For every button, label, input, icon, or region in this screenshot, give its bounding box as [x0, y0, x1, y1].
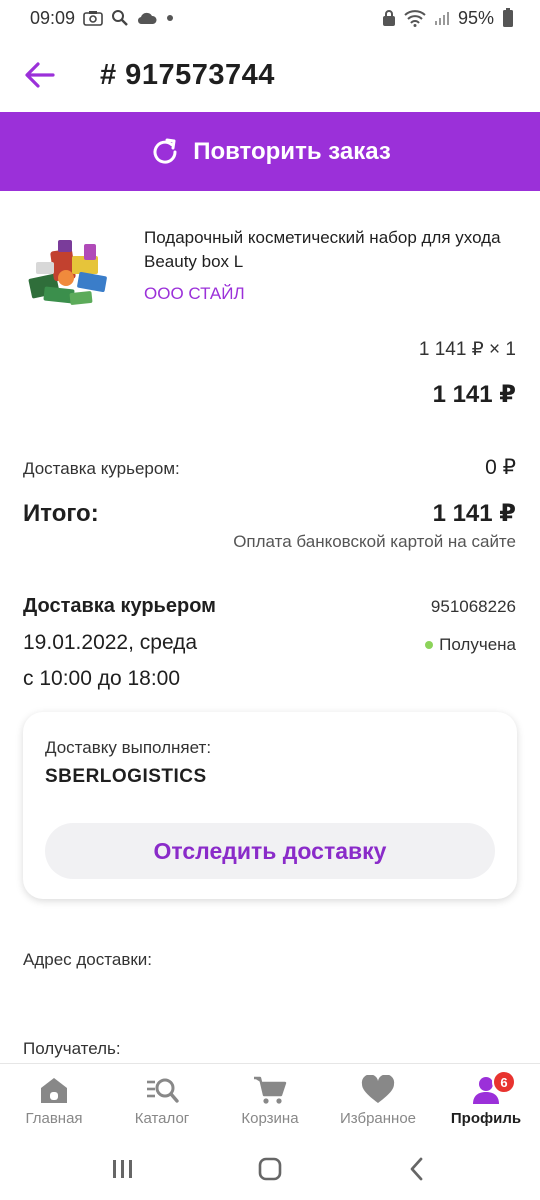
catalog-search-icon	[145, 1074, 179, 1106]
product-name[interactable]: Подарочный косметический набор для ухода…	[144, 226, 522, 274]
status-dot-icon	[425, 641, 434, 649]
page-title: # 917573744	[100, 58, 275, 91]
repeat-order-button[interactable]: Повторить заказ	[0, 112, 540, 191]
carrier-card: Доставку выполняет: SBERLOGISTICS Отслед…	[23, 712, 517, 899]
back-system-button[interactable]	[387, 1144, 447, 1194]
total-label: Итого:	[23, 500, 99, 527]
nav-label-catalog: Каталог	[134, 1110, 190, 1127]
battery-percent: 95%	[457, 7, 494, 28]
carrier-name: SBERLOGISTICS	[45, 766, 207, 787]
delivery-info: Доставка курьером 951068226 19.01.2022, …	[23, 595, 516, 703]
status-bar: 09:09 95%	[0, 0, 540, 36]
product-total-price: 1 141 ₽	[432, 381, 516, 408]
total-row: Итого: 1 141 ₽	[23, 499, 516, 528]
search-icon	[111, 9, 129, 27]
order-header: # 917573744	[0, 40, 540, 110]
delivery-title: Доставка курьером	[23, 595, 216, 617]
nav-item-catalog[interactable]: Каталог	[108, 1064, 216, 1138]
profile-badge: 6	[492, 1070, 516, 1094]
home-square-icon	[258, 1157, 282, 1181]
cloud-icon	[137, 11, 157, 25]
repeat-order-label: Повторить заказ	[193, 137, 391, 165]
bottom-nav: Главная Каталог Корзина Избранное 6 Проф…	[0, 1063, 540, 1138]
arrow-left-icon	[25, 62, 55, 88]
nav-label-home: Главная	[25, 1110, 83, 1127]
recipient-label: Получатель:	[23, 1039, 121, 1058]
heart-icon	[361, 1074, 395, 1106]
nav-item-favorites[interactable]: Избранное	[324, 1064, 432, 1138]
delivery-status: Получена	[425, 635, 516, 655]
delivery-cost-value: 0 ₽	[485, 456, 516, 479]
price-per-unit: 1 141 ₽ × 1	[418, 339, 516, 360]
delivery-time-window: с 10:00 до 18:00	[23, 667, 181, 690]
recent-apps-button[interactable]	[93, 1144, 153, 1194]
delivery-number: 951068226	[430, 597, 516, 616]
status-time: 09:09	[30, 7, 76, 28]
cart-icon	[253, 1074, 287, 1106]
refresh-icon	[153, 138, 177, 164]
address-label: Адрес доставки:	[23, 950, 153, 969]
track-delivery-button[interactable]: Отследить доставку	[45, 823, 495, 879]
delivery-cost-label: Доставка курьером:	[23, 459, 180, 478]
nav-item-cart[interactable]: Корзина	[216, 1064, 324, 1138]
signal-icon	[434, 10, 450, 26]
payment-method: Оплата банковской картой на сайте	[233, 532, 516, 551]
seller-link[interactable]: ООО СТАЙЛ	[144, 284, 245, 304]
total-value: 1 141 ₽	[432, 500, 516, 527]
carrier-label: Доставку выполняет:	[45, 738, 212, 757]
system-nav-bar	[0, 1138, 540, 1200]
nav-item-profile[interactable]: 6 Профиль	[432, 1064, 540, 1138]
product-item[interactable]: Подарочный косметический набор для ухода…	[22, 226, 522, 326]
nav-label-cart: Корзина	[241, 1110, 299, 1127]
wifi-icon	[404, 9, 426, 27]
battery-icon	[502, 8, 514, 28]
home-icon	[37, 1074, 71, 1106]
delivery-cost-row: Доставка курьером: 0 ₽	[23, 455, 516, 480]
chevron-left-icon	[410, 1157, 423, 1181]
delivery-date: 19.01.2022, среда	[23, 631, 198, 654]
recent-apps-icon	[113, 1160, 133, 1178]
nav-label-favorites: Избранное	[339, 1110, 417, 1127]
home-system-button[interactable]	[240, 1144, 300, 1194]
back-button[interactable]	[0, 40, 80, 110]
lock-icon	[382, 9, 396, 27]
dot-icon	[165, 13, 175, 23]
camera-icon	[83, 10, 103, 26]
nav-label-profile: Профиль	[450, 1110, 522, 1127]
delivery-status-label: Получена	[439, 635, 516, 654]
nav-item-home[interactable]: Главная	[0, 1064, 108, 1138]
product-image[interactable]	[22, 226, 116, 320]
